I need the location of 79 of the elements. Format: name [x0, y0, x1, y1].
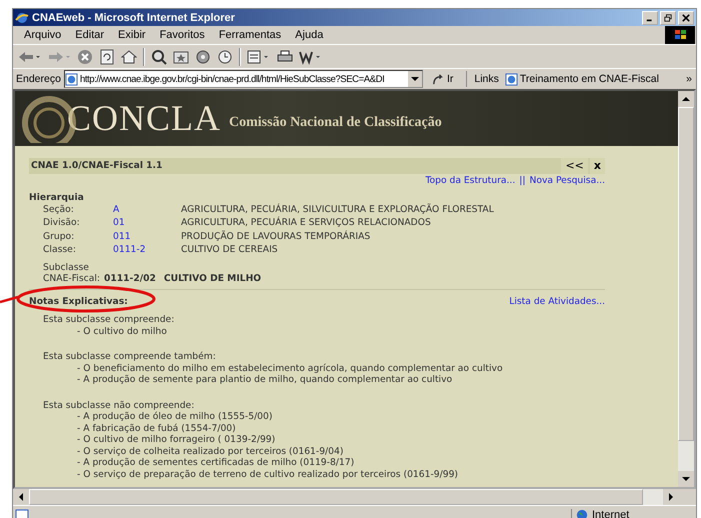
description-text: CULTIVO DE CEREAIS [181, 244, 279, 256]
logo-subtitle: Comissão Nacional de Classificação [229, 115, 442, 132]
menu-item[interactable]: Exibir [111, 29, 153, 42]
mail-icon[interactable] [247, 48, 271, 65]
search-icon[interactable] [151, 48, 167, 65]
favorite-link[interactable]: Treinamento em CNAE-Fiscal [504, 72, 659, 86]
menu-item[interactable]: Ajuda [288, 29, 330, 42]
field-label: Divisão: [43, 217, 81, 229]
code-link[interactable]: 0111-2 [113, 244, 181, 256]
address-field[interactable]: http://www.cnae.ibge.gov.br/cgi-bin/cnae-prd.dll/html/HieSubClasse?SEC=A&DI [64, 70, 423, 88]
link-separator: || [519, 174, 526, 186]
menu-item[interactable]: Editar [68, 29, 112, 42]
description-text: AGRICULTURA, PECUÁRIA E SERVIÇOS RELACIONADOS [181, 217, 432, 229]
field-label: CNAE-Fiscal: [43, 273, 100, 285]
section-title: Esta subclasse compreende: [43, 314, 176, 326]
list-item: - A fabricação de fubá (1554-7/00) [76, 422, 237, 434]
close-button[interactable]: x [590, 158, 605, 174]
field-label: Grupo: [43, 230, 76, 242]
back-button[interactable]: << [561, 158, 588, 174]
list-item: - A produção de sementes certificadas de milho (0119-8/17) [76, 457, 356, 469]
scroll-left-icon[interactable] [13, 488, 29, 505]
more-links-button[interactable]: » [686, 73, 696, 85]
list-item: - O beneficiamento do milho em estabelecimento agrícola, quando complementar ao cultivo [76, 362, 504, 374]
section-title: Esta subclasse não compreende: [43, 400, 196, 412]
list-item: - O serviço de colheita realizado por terceiros (0161-9/04) [76, 446, 344, 458]
field-label: Subclasse [43, 262, 90, 274]
vertical-scrollbar[interactable] [678, 90, 694, 487]
field-label: Seção: [43, 204, 75, 216]
logo-text: CONCLA [67, 97, 222, 140]
code-link[interactable]: A [113, 204, 181, 216]
close-button[interactable] [678, 10, 694, 25]
subclass-code: 0111-2/02 [104, 273, 156, 285]
go-arrow-icon [432, 72, 445, 86]
zone-label: Internet [592, 508, 630, 518]
stop-icon[interactable] [77, 48, 93, 65]
scroll-right-icon[interactable] [663, 488, 679, 505]
menu-item[interactable]: Ferramentas [212, 29, 288, 42]
go-button[interactable]: Ir [426, 72, 460, 86]
code-link[interactable]: 01 [113, 217, 181, 229]
activities-link[interactable]: Lista de Atividades... [509, 296, 605, 308]
list-item: - A produção de óleo de milho (1555-5/00) [76, 411, 274, 423]
restore-button[interactable] [660, 10, 676, 25]
section-heading: Hierarquia [29, 192, 85, 204]
globe-icon [576, 508, 588, 518]
subclass-name: CULTIVO DE MILHO [164, 273, 262, 285]
field-label: Classe: [43, 244, 77, 256]
window-title: CNAEweb - Microsoft Internet Explorer [32, 12, 236, 24]
windows-logo-icon [664, 26, 696, 44]
nav-link[interactable]: Topo da Estrutura... [425, 174, 516, 186]
list-item: - O cultivo do milho [76, 326, 168, 338]
scroll-thumb[interactable] [678, 106, 694, 441]
description-text: AGRICULTURA, PECUÁRIA, SILVICULTURA E EXPLORAÇÃO FLORESTAL [181, 204, 495, 216]
menu-item[interactable]: Favoritos [152, 29, 212, 42]
refresh-icon[interactable] [99, 48, 115, 65]
code-link[interactable]: 011 [113, 230, 181, 242]
history-icon[interactable] [217, 48, 233, 65]
panel-title: CNAE 1.0/CNAE-Fiscal 1.1 [30, 160, 164, 172]
dropdown-icon[interactable] [408, 71, 422, 87]
browser-icon [15, 10, 29, 25]
media-icon[interactable] [195, 48, 211, 65]
menu-item[interactable]: Arquivo [17, 29, 68, 42]
home-icon[interactable] [121, 48, 137, 65]
restore-icon [664, 14, 672, 22]
list-item: - O cultivo de milho forrageiro ( 0139-2/99) [76, 434, 276, 446]
nav-link[interactable]: Nova Pesquisa... [529, 174, 605, 186]
description-text: PRODUÇÃO DE LAVOURAS TEMPORÁRIAS [181, 230, 372, 242]
close-icon [682, 14, 690, 22]
section-title: Esta subclasse compreende também: [43, 351, 217, 363]
minimize-button[interactable] [642, 10, 658, 25]
scroll-up-icon[interactable] [678, 90, 694, 107]
address-label: Endereço [16, 73, 61, 85]
page-icon [64, 72, 78, 86]
notes-heading: Notas Explicativas: [29, 296, 128, 308]
list-item: - A produção de semente para plantio de milho, quando complementar ao cultivo [76, 374, 454, 386]
links-label: Links [474, 73, 499, 85]
favorites-icon[interactable] [173, 48, 189, 65]
list-item: - O serviço de preparação de terreno de cultivo realizado por terceiros (0161-9/99) [76, 468, 460, 480]
scroll-down-icon[interactable] [678, 470, 694, 487]
page-icon [504, 72, 518, 86]
